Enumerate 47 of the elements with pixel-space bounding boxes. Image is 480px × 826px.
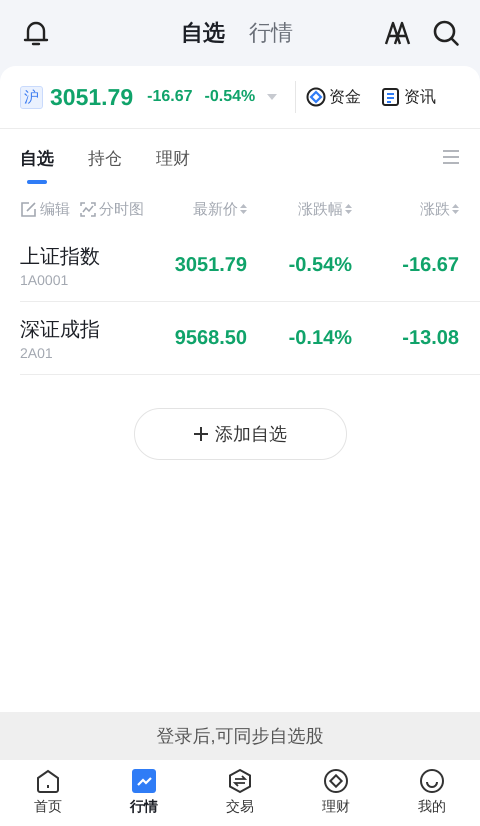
index-change: -16.67 xyxy=(147,88,193,106)
stock-change: -16.67 xyxy=(401,254,459,276)
add-watchlist-button[interactable]: 添加自选 xyxy=(134,408,346,460)
sort-icon xyxy=(345,203,352,215)
nav-tab[interactable]: 交易 xyxy=(192,760,288,826)
list-tab[interactable]: 自选 xyxy=(20,129,54,189)
coin-icon xyxy=(306,87,326,107)
smile-icon xyxy=(419,768,445,794)
index-value: 3051.79 xyxy=(50,84,134,110)
nav-tab[interactable]: 我的 xyxy=(384,760,480,826)
home-icon xyxy=(35,768,61,794)
stock-percent: -0.14% xyxy=(288,326,352,350)
search-icon[interactable] xyxy=(432,19,460,47)
login-prompt[interactable]: 登录后,可同步自选股 xyxy=(156,724,324,748)
bell-icon[interactable] xyxy=(22,19,50,47)
stock-row[interactable]: 上证指数 1A0001 3051.79 -0.54% -16.67 xyxy=(20,229,480,302)
stock-name: 上证指数 xyxy=(20,244,101,270)
header-tab[interactable]: 行情 xyxy=(249,18,293,48)
news-icon xyxy=(381,87,402,107)
plus-icon xyxy=(193,426,209,442)
stock-percent: -0.54% xyxy=(288,254,352,276)
list-tab[interactable]: 理财 xyxy=(156,129,190,189)
nav-tab[interactable]: 行情 xyxy=(96,760,192,826)
nav-tab[interactable]: 首页 xyxy=(0,760,96,826)
sort-icon xyxy=(452,203,459,215)
chart-icon xyxy=(79,200,96,218)
index-percent: -0.54% xyxy=(204,88,256,106)
stock-code: 1A0001 xyxy=(20,272,70,288)
sort-icon xyxy=(240,203,247,215)
menu-icon[interactable] xyxy=(442,149,460,165)
nav-tab[interactable]: 理财 xyxy=(288,760,384,826)
stock-price: 3051.79 xyxy=(174,254,247,276)
market-badge: 沪 xyxy=(20,86,43,108)
index-link[interactable]: 资讯 xyxy=(381,86,436,108)
stock-price: 9568.50 xyxy=(174,326,247,350)
chart-icon xyxy=(131,768,157,794)
stock-row[interactable]: 深证成指 2A01 9568.50 -0.14% -13.08 xyxy=(20,302,480,375)
index-link[interactable]: 资金 xyxy=(306,86,362,108)
list-tab[interactable]: 持仓 xyxy=(88,129,122,189)
header-tab[interactable]: 自选 xyxy=(181,18,225,48)
edit-icon xyxy=(20,200,37,218)
stock-change: -13.08 xyxy=(401,326,459,350)
font-size-icon[interactable] xyxy=(384,20,412,46)
coin-icon xyxy=(323,768,349,794)
stock-code: 2A01 xyxy=(20,344,54,360)
swap-icon xyxy=(227,768,253,794)
stock-name: 深证成指 xyxy=(20,318,101,342)
